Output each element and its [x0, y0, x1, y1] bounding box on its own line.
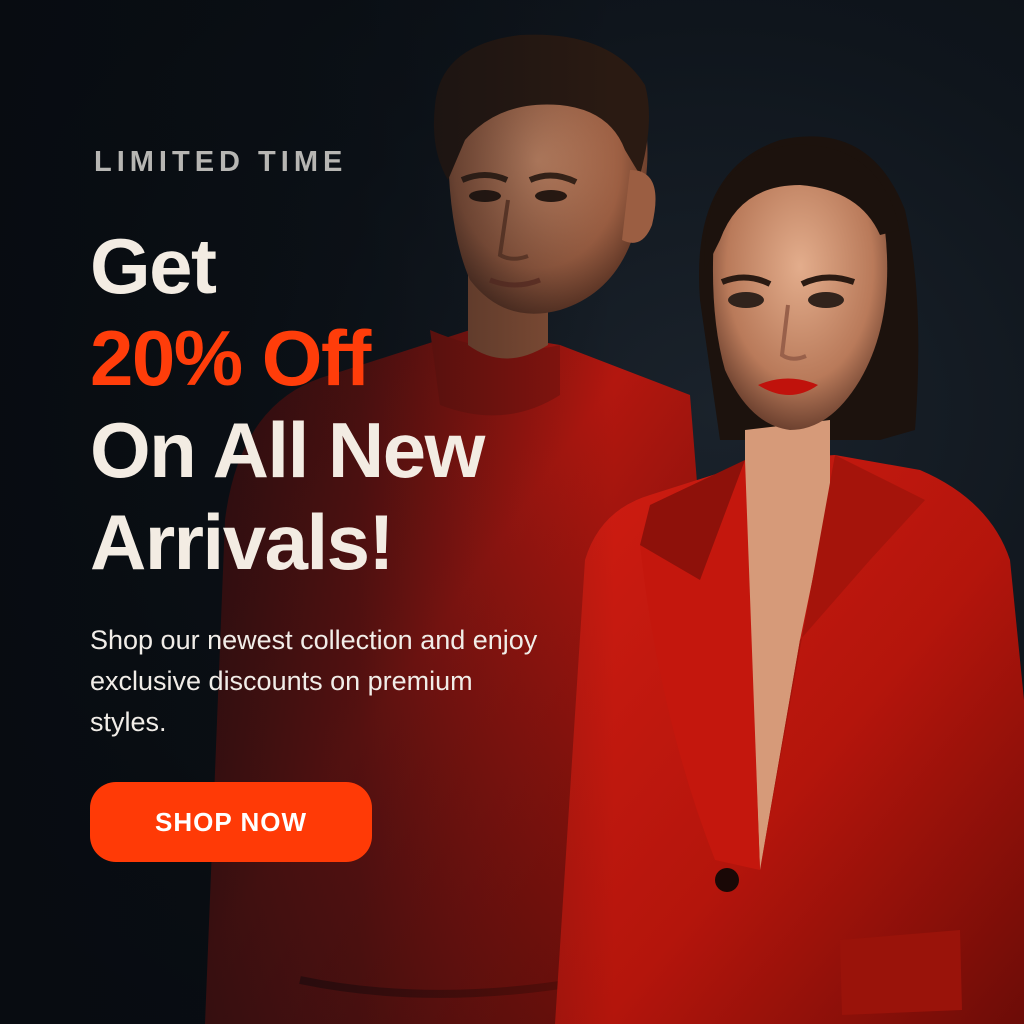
- headline-discount: 20% Off: [90, 314, 371, 402]
- headline-line-3: On All New: [90, 406, 485, 494]
- eyebrow-label: LIMITED TIME: [94, 146, 348, 178]
- promo-description: Shop our newest collection and enjoy exc…: [90, 625, 538, 737]
- headline-line-4: Arrivals!: [90, 498, 394, 586]
- headline: Get 20% Off On All New Arrivals!: [90, 220, 485, 588]
- promo-banner: LIMITED TIME Get 20% Off On All New Arri…: [0, 0, 1024, 1024]
- shop-now-button[interactable]: SHOP NOW: [90, 782, 372, 862]
- headline-line-1: Get: [90, 222, 217, 310]
